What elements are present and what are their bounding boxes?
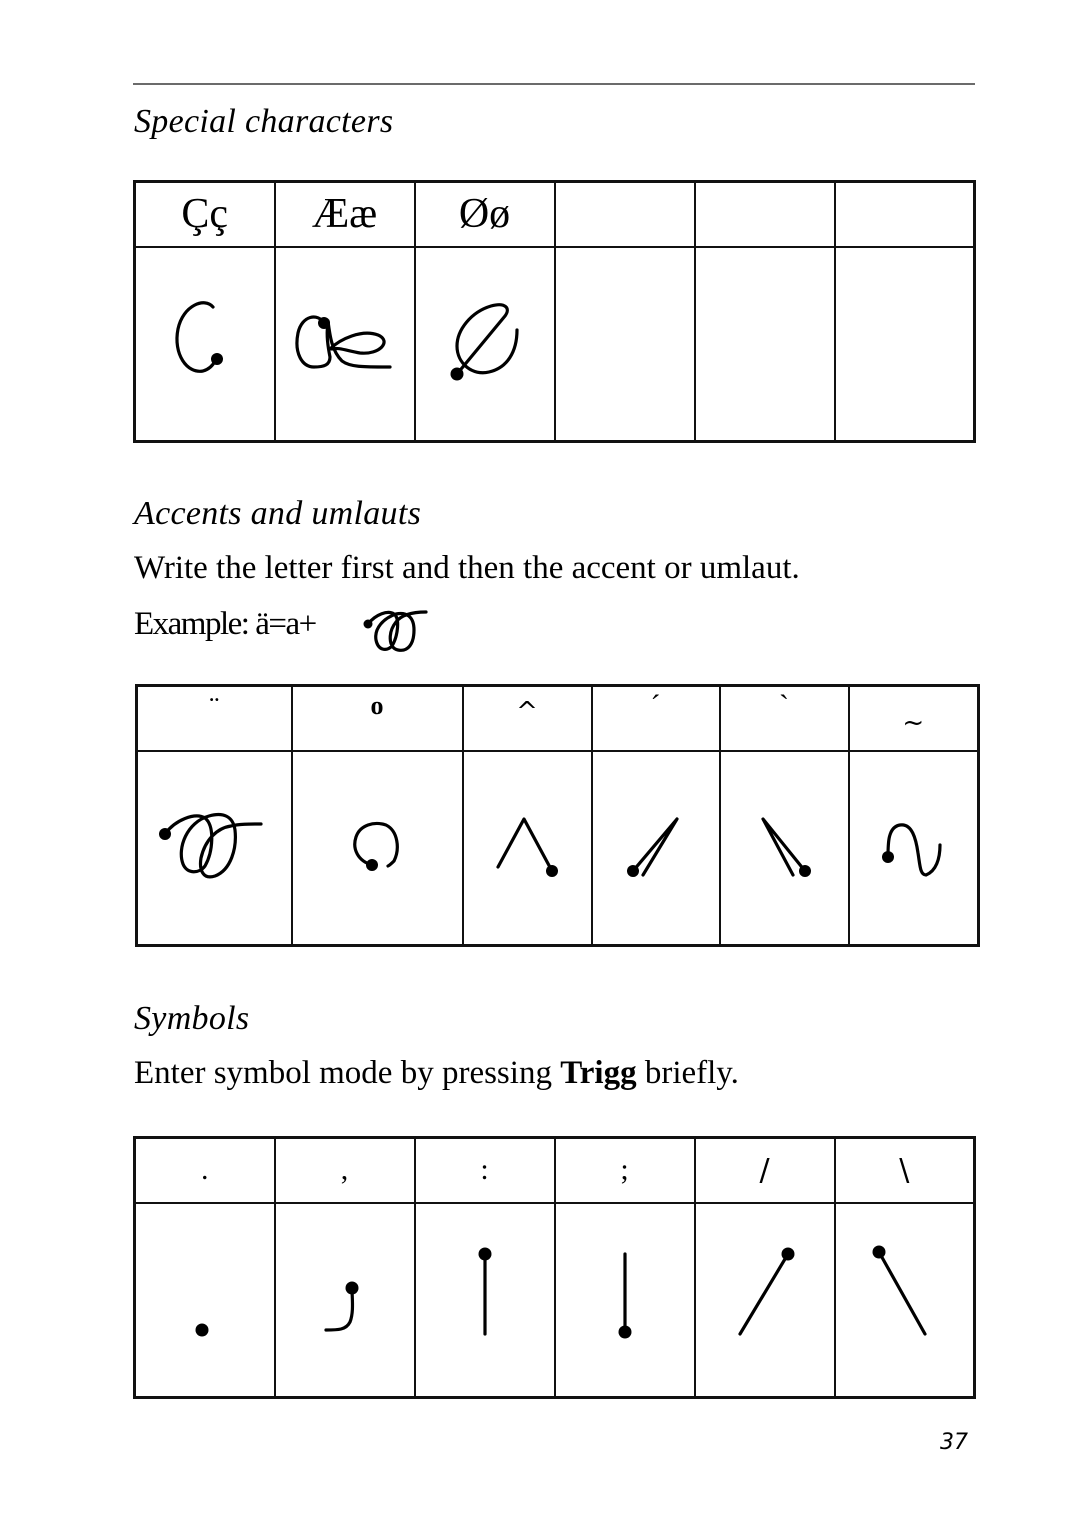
stroke-cell: [693, 1201, 836, 1399]
symbol-header: ;: [553, 1136, 696, 1204]
o-slash-stroke-icon: [450, 302, 519, 381]
accents-title: Accents and umlauts: [134, 495, 422, 532]
accent-header: ~: [847, 684, 980, 752]
symbols-title: Symbols: [134, 1000, 250, 1037]
symbols-table: . , : ; / \: [133, 1136, 976, 1399]
special-characters-title: Special characters: [134, 103, 394, 140]
stroke-cell: [273, 1201, 416, 1399]
stroke-cell-empty: [693, 245, 836, 443]
symbol-header: /: [693, 1136, 836, 1204]
stroke-cell: [135, 749, 293, 947]
special-char-header: Ææ: [273, 180, 416, 248]
symbols-instruction-after: briefly.: [636, 1055, 739, 1091]
ring-stroke-icon: [353, 821, 399, 871]
stroke-cell: [461, 749, 593, 947]
semicolon-stroke-icon: [618, 1252, 631, 1339]
stroke-cell-empty: [833, 245, 976, 443]
special-char-header: Çç: [133, 180, 276, 248]
accents-instruction: Write the letter first and then the acce…: [134, 550, 800, 586]
symbols-instruction-before: Enter symbol mode by pressing: [134, 1055, 561, 1091]
ae-stroke-icon: [294, 315, 392, 369]
accent-header: ´: [590, 684, 721, 752]
period-stroke-icon: [195, 1323, 209, 1337]
colon-stroke-icon: [478, 1247, 491, 1336]
symbol-header: \: [833, 1136, 976, 1204]
umlaut-stroke-icon: [159, 812, 263, 879]
tilde-stroke-icon: [882, 823, 942, 877]
accents-table: ¨ o ^ ´ ` ~: [135, 684, 980, 947]
stroke-cell: [290, 749, 464, 947]
symbol-header: :: [413, 1136, 556, 1204]
stroke-cell: [847, 749, 980, 947]
c-cedilla-stroke-icon: [175, 300, 223, 373]
acute-stroke-icon: [626, 817, 679, 877]
accent-header: ¨: [135, 684, 293, 752]
accent-header: ^: [461, 684, 593, 752]
symbols-instruction: Enter symbol mode by pressing Trigg brie…: [134, 1055, 739, 1092]
stroke-cell: [553, 1201, 696, 1399]
stroke-cell: [833, 1201, 976, 1399]
header-rule: [133, 83, 975, 85]
trigg-key: Trigg: [560, 1055, 637, 1091]
example-umlaut-stroke-icon: [363, 610, 428, 652]
stroke-cell: [413, 245, 556, 443]
stroke-cell: [133, 245, 276, 443]
page-number: 37: [940, 1430, 968, 1455]
stroke-cell: [413, 1201, 556, 1399]
grave-stroke-icon: [761, 817, 811, 877]
symbol-header: ,: [273, 1136, 416, 1204]
circumflex-stroke-icon: [496, 817, 558, 877]
backslash-stroke-icon: [872, 1245, 927, 1336]
special-char-header-empty: [833, 180, 976, 248]
stroke-cell: [273, 245, 416, 443]
special-characters-table: Çç Ææ Øø: [133, 180, 976, 443]
stroke-cell-empty: [553, 245, 696, 443]
example-line: Example: ä=a+: [134, 606, 317, 643]
stroke-cell: [133, 1201, 276, 1399]
example-label: Example: ä=a+: [134, 606, 317, 642]
comma-stroke-icon: [323, 1281, 358, 1332]
accent-header: o: [290, 684, 464, 752]
special-char-header-empty: [553, 180, 696, 248]
special-char-header-empty: [693, 180, 836, 248]
slash-stroke-icon: [737, 1247, 794, 1336]
stroke-cell: [590, 749, 721, 947]
symbol-header: .: [133, 1136, 276, 1204]
special-char-header: Øø: [413, 180, 556, 248]
stroke-cell: [718, 749, 850, 947]
accent-header: `: [718, 684, 850, 752]
